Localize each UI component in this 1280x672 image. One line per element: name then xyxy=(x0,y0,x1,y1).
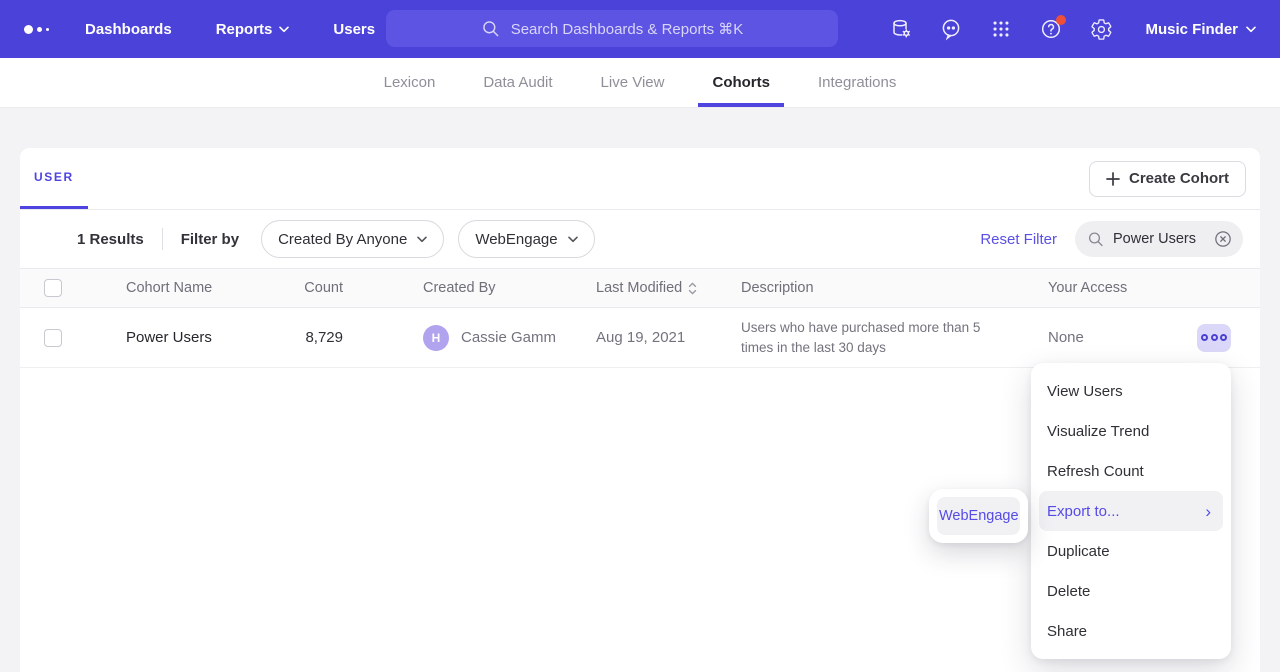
col-header-description: Description xyxy=(721,280,1028,296)
section-tabbar: Lexicon Data Audit Live View Cohorts Int… xyxy=(0,58,1280,108)
submenu-item-webengage[interactable]: WebEngage xyxy=(937,497,1020,535)
nav-item-label: Users xyxy=(333,21,375,38)
card-header: USER Create Cohort xyxy=(20,148,1260,210)
tab-data-audit[interactable]: Data Audit xyxy=(459,58,576,107)
nav-item-label: Dashboards xyxy=(85,21,172,38)
menu-item-export-to[interactable]: Export to... › xyxy=(1039,491,1223,531)
col-header-count: Count xyxy=(303,280,403,296)
settings-icon[interactable] xyxy=(1089,17,1113,41)
logo-dot xyxy=(37,27,42,32)
dot xyxy=(1211,334,1218,341)
create-cohort-label: Create Cohort xyxy=(1129,170,1229,187)
source-filter-value: WebEngage xyxy=(475,231,557,248)
tab-lexicon[interactable]: Lexicon xyxy=(360,58,460,107)
divider xyxy=(162,228,163,250)
cohort-search-box xyxy=(1075,221,1243,257)
data-management-icon[interactable] xyxy=(889,17,913,41)
chevron-down-icon xyxy=(417,236,427,243)
reset-filter-link[interactable]: Reset Filter xyxy=(980,231,1057,248)
logo-dot xyxy=(24,25,33,34)
project-switcher[interactable]: Music Finder xyxy=(1145,21,1256,38)
clear-search-button[interactable] xyxy=(1213,229,1233,249)
created-by-filter-value: Created By Anyone xyxy=(278,231,407,248)
col-header-label: Last Modified xyxy=(596,280,682,296)
nav-item-dashboards[interactable]: Dashboards xyxy=(85,21,172,38)
results-count: 1 Results xyxy=(77,231,144,248)
nav-item-users[interactable]: Users xyxy=(333,21,375,38)
chevron-down-icon xyxy=(568,236,578,243)
apps-grid-icon[interactable] xyxy=(989,17,1013,41)
nav-item-label: Reports xyxy=(216,21,273,38)
primary-nav: Dashboards Reports Users xyxy=(85,21,375,38)
mixpanel-logo-icon[interactable] xyxy=(24,25,49,34)
creator-name: Cassie Gamm xyxy=(461,329,556,346)
row-actions-menu: View Users Visualize Trend Refresh Count… xyxy=(1031,363,1231,659)
cohort-search-input[interactable] xyxy=(1113,231,1205,247)
nav-item-reports[interactable]: Reports xyxy=(216,21,290,38)
table-header-row: Cohort Name Count Created By Last Modifi… xyxy=(20,268,1260,308)
menu-item-label: Export to... xyxy=(1047,503,1120,520)
last-modified-cell: Aug 19, 2021 xyxy=(576,329,721,346)
created-by-filter-dropdown[interactable]: Created By Anyone xyxy=(261,220,444,258)
select-all-checkbox[interactable] xyxy=(44,279,62,297)
help-icon[interactable] xyxy=(1039,17,1063,41)
col-header-cohort-name: Cohort Name xyxy=(106,280,303,296)
chevron-down-icon xyxy=(1246,26,1256,33)
dot xyxy=(1220,334,1227,341)
filter-by-label: Filter by xyxy=(181,231,239,248)
tab-live-view[interactable]: Live View xyxy=(577,58,689,107)
cohort-count-cell: 8,729 xyxy=(303,329,403,346)
menu-item-visualize-trend[interactable]: Visualize Trend xyxy=(1031,411,1231,451)
dot xyxy=(1201,334,1208,341)
row-actions-button[interactable] xyxy=(1197,324,1231,352)
clear-circle-icon xyxy=(1213,229,1233,249)
menu-item-delete[interactable]: Delete xyxy=(1031,571,1231,611)
logo-dot xyxy=(46,28,49,31)
col-header-your-access: Your Access xyxy=(1028,280,1178,296)
tab-user-cohorts[interactable]: USER xyxy=(20,148,88,209)
search-icon xyxy=(481,19,501,39)
menu-item-duplicate[interactable]: Duplicate xyxy=(1031,531,1231,571)
global-search-placeholder: Search Dashboards & Reports ⌘K xyxy=(511,20,744,38)
description-cell: Users who have purchased more than 5 tim… xyxy=(721,318,1028,357)
top-navbar: Dashboards Reports Users Search Dashboar… xyxy=(0,0,1280,58)
tab-cohorts[interactable]: Cohorts xyxy=(688,58,794,107)
messages-icon[interactable] xyxy=(939,17,963,41)
cohort-table-row[interactable]: Power Users 8,729 H Cassie Gamm Aug 19, … xyxy=(20,308,1260,368)
tab-integrations[interactable]: Integrations xyxy=(794,58,920,107)
export-submenu: WebEngage xyxy=(929,489,1028,543)
source-filter-dropdown[interactable]: WebEngage xyxy=(458,220,594,258)
chevron-down-icon xyxy=(279,26,289,33)
search-icon xyxy=(1087,230,1105,249)
menu-item-view-users[interactable]: View Users xyxy=(1031,371,1231,411)
project-name: Music Finder xyxy=(1145,21,1238,38)
filter-toolbar: 1 Results Filter by Created By Anyone We… xyxy=(20,210,1260,268)
sort-icon xyxy=(688,282,697,295)
chevron-right-icon: › xyxy=(1205,503,1211,520)
col-header-created-by: Created By xyxy=(403,280,576,296)
global-search-input[interactable]: Search Dashboards & Reports ⌘K xyxy=(386,10,838,47)
menu-item-refresh-count[interactable]: Refresh Count xyxy=(1031,451,1231,491)
avatar: H xyxy=(423,325,449,351)
your-access-cell: None xyxy=(1028,329,1178,346)
created-by-cell: H Cassie Gamm xyxy=(403,325,576,351)
notification-badge xyxy=(1056,15,1066,25)
menu-item-share[interactable]: Share xyxy=(1031,611,1231,651)
create-cohort-button[interactable]: Create Cohort xyxy=(1089,161,1246,197)
cohort-name-cell[interactable]: Power Users xyxy=(106,329,303,346)
navbar-right: Music Finder xyxy=(889,17,1256,41)
row-checkbox[interactable] xyxy=(44,329,62,347)
plus-icon xyxy=(1106,172,1120,186)
col-header-last-modified[interactable]: Last Modified xyxy=(576,280,721,296)
